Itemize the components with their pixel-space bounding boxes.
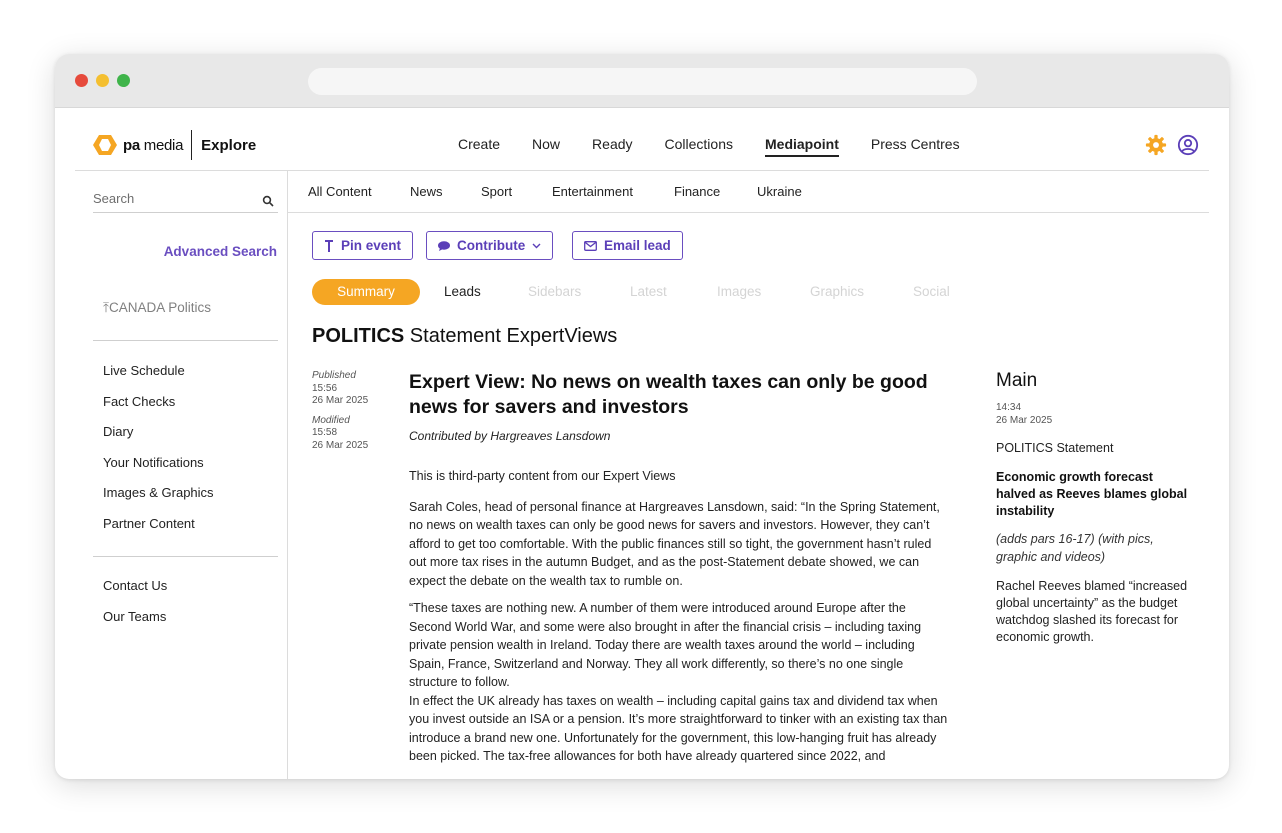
nav-create[interactable]: Create (458, 136, 500, 157)
related-story-rail[interactable]: Main 14:34 26 Mar 2025 POLITICS Statemen… (996, 370, 1191, 646)
search-placeholder: Search (93, 191, 135, 206)
category-ukraine[interactable]: Ukraine (757, 184, 802, 199)
contribute-label: Contribute (457, 238, 526, 253)
search-icon[interactable] (262, 194, 274, 207)
published-time: 15:56 (312, 382, 338, 394)
section-category: POLITICS (312, 325, 405, 347)
category-news[interactable]: News (410, 184, 443, 199)
search-input[interactable]: Search (93, 189, 278, 213)
article: Expert View: No news on wealth taxes can… (409, 370, 949, 766)
brand-logo[interactable]: pa media Explore (93, 130, 256, 160)
speech-bubble-icon (438, 240, 450, 251)
section-title-text: Statement ExpertViews (409, 325, 618, 347)
logo-wordmark-light: media (139, 136, 184, 154)
header-icons (1145, 134, 1199, 156)
rail-date: 26 Mar 2025 (996, 414, 1053, 426)
pin-event-button[interactable]: Pin event (312, 231, 414, 260)
email-lead-button[interactable]: Email lead (572, 231, 683, 260)
published-date: 26 Mar 2025 (312, 395, 369, 406)
gear-icon[interactable] (1145, 134, 1167, 156)
modified-date: 26 Mar 2025 (312, 439, 369, 451)
email-lead-label: Email lead (604, 238, 671, 253)
logo-wordmark-bold: pa (123, 136, 140, 154)
rail-note: (adds pars 16-17) (with pics, graphic an… (996, 532, 1154, 564)
page-title: POLITICS Statement ExpertViews (312, 325, 617, 348)
category-all-content[interactable]: All Content (308, 184, 372, 199)
modified-time: 15:58 (312, 427, 338, 438)
pin-event-label: Pin event (341, 238, 402, 253)
article-headline: Expert View: No news on wealth taxes can… (409, 371, 928, 418)
category-finance[interactable]: Finance (674, 184, 720, 199)
rail-time: 14:34 (996, 402, 1022, 413)
sidebar-divider (93, 556, 278, 557)
sidebar-item-diary[interactable]: Diary (103, 423, 214, 454)
user-account-icon[interactable] (1177, 134, 1199, 156)
sidebar-item-your-notifications[interactable]: Your Notifications (103, 454, 214, 485)
article-paragraph: Sarah Coles, head of personal finance at… (409, 499, 940, 588)
sidebar-item-images-graphics[interactable]: Images & Graphics (103, 484, 214, 515)
rail-timestamp: 14:34 26 Mar 2025 (996, 402, 1191, 427)
main-nav: Create Now Ready Collections Mediapoint … (458, 136, 992, 157)
nav-mediapoint[interactable]: Mediapoint (765, 136, 839, 157)
nav-collections[interactable]: Collections (665, 136, 733, 157)
article-byline: Contributed by Hargreaves Lansdown (409, 429, 611, 443)
pinned-event[interactable]: ⤒CANADA Politics (103, 300, 211, 316)
category-sport[interactable]: Sport (481, 184, 512, 199)
pin-icon (324, 239, 334, 252)
sidebar-item-contact-us[interactable]: Contact Us (103, 577, 167, 608)
logo-divider (191, 130, 193, 160)
tab-social[interactable]: Social (913, 279, 950, 305)
chevron-down-icon (532, 243, 541, 249)
sidebar: Search Advanced Search ⤒CANADA Politics … (75, 171, 288, 779)
sidebar-item-our-teams[interactable]: Our Teams (103, 608, 167, 639)
article-paragraph: This is third-party content from our Exp… (409, 469, 676, 483)
rail-headline[interactable]: Economic growth forecast halved as Reeve… (996, 469, 1191, 520)
main-content: Pin event Contribute Email lead Summary … (288, 213, 1209, 779)
sidebar-item-partner-content[interactable]: Partner Content (103, 515, 214, 546)
minimize-window-button[interactable] (96, 74, 109, 87)
rail-summary: Rachel Reeves blamed “increased global u… (996, 579, 1188, 644)
tab-images[interactable]: Images (717, 279, 761, 305)
maximize-window-button[interactable] (117, 74, 130, 87)
nav-ready[interactable]: Ready (592, 136, 632, 157)
tab-latest[interactable]: Latest (630, 279, 667, 305)
envelope-icon (584, 240, 597, 251)
tab-summary[interactable]: Summary (312, 279, 420, 305)
close-window-button[interactable] (75, 74, 88, 87)
published-label: Published (312, 370, 356, 381)
pa-media-logo-icon (93, 134, 117, 156)
address-bar[interactable] (308, 68, 977, 95)
nav-press-centres[interactable]: Press Centres (871, 136, 960, 157)
sidebar-divider (93, 340, 278, 341)
rail-category-sub: Statement (1056, 441, 1114, 455)
rail-category-name: POLITICS (996, 441, 1053, 455)
rail-title: Main (996, 370, 1038, 391)
story-meta: Published 15:56 26 Mar 2025 Modified 15:… (312, 370, 368, 452)
sidebar-item-fact-checks[interactable]: Fact Checks (103, 393, 214, 424)
article-paragraph: “These taxes are nothing new. A number o… (409, 601, 922, 689)
rail-category: POLITICS Statement (996, 441, 1191, 455)
article-paragraph: In effect the UK already has taxes on we… (409, 693, 948, 764)
contribute-button[interactable]: Contribute (426, 231, 554, 260)
sidebar-footer-list: Contact Us Our Teams (103, 577, 167, 638)
nav-now[interactable]: Now (532, 136, 560, 157)
app-header: pa media Explore Create Now Ready Collec… (75, 108, 1209, 171)
logo-wordmark: pa media (123, 137, 183, 154)
category-entertainment[interactable]: Entertainment (552, 184, 633, 199)
sidebar-nav-list: Live Schedule Fact Checks Diary Your Not… (103, 362, 214, 545)
tab-graphics[interactable]: Graphics (810, 279, 864, 305)
tab-sidebars[interactable]: Sidebars (528, 279, 581, 305)
tab-leads[interactable]: Leads (444, 279, 481, 305)
product-name: Explore (201, 136, 257, 154)
category-bar: All Content News Sport Entertainment Fin… (288, 171, 1209, 213)
browser-titlebar (55, 54, 1229, 108)
advanced-search-link[interactable]: Advanced Search (164, 244, 277, 259)
modified-label: Modified (312, 414, 350, 426)
browser-window: pa media Explore Create Now Ready Collec… (55, 54, 1229, 779)
sidebar-item-live-schedule[interactable]: Live Schedule (103, 362, 214, 393)
pinned-event-label: CANADA Politics (108, 300, 211, 315)
